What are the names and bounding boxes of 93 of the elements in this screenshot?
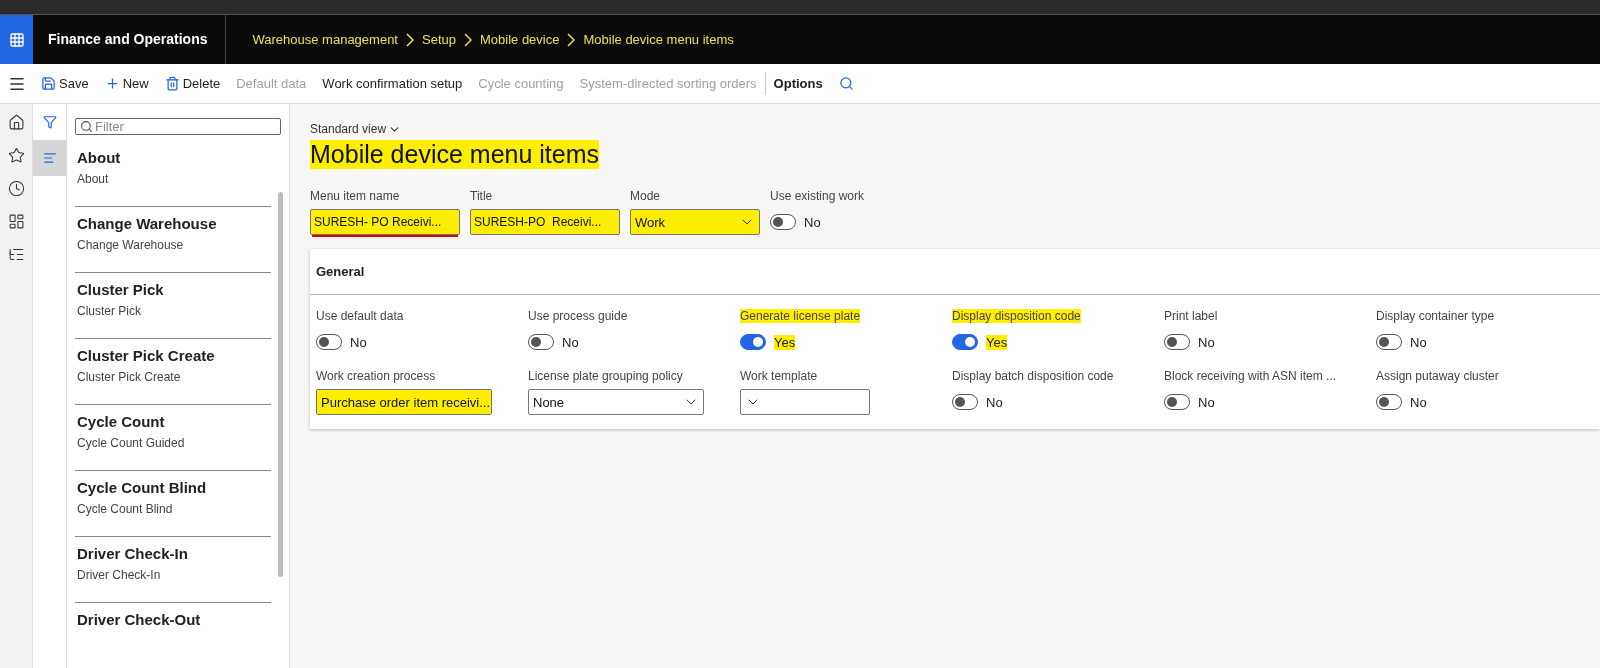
item-subtitle: Cycle Count Blind	[77, 502, 174, 516]
item-subtitle: Cycle Count Guided	[77, 436, 186, 450]
toggle-value: Yes	[774, 334, 796, 350]
field-label: Display disposition code	[952, 309, 1081, 323]
item-subtitle: About	[77, 172, 110, 186]
breadcrumb-link[interactable]: Warehouse management	[252, 32, 398, 47]
field-label: Block receiving with ASN item ...	[1164, 369, 1337, 383]
field-label: Menu item name	[310, 189, 400, 203]
toggle-switch[interactable]	[770, 214, 796, 230]
lines-icon	[42, 151, 57, 165]
field-label: Generate license plate	[740, 309, 861, 323]
star-icon	[7, 147, 25, 164]
scrollbar[interactable]	[278, 192, 283, 577]
nav-button[interactable]	[7, 180, 25, 197]
item-subtitle: Change Warehouse	[77, 238, 185, 252]
search-icon	[80, 120, 93, 133]
input-field[interactable]: SURESH-PO Receivi...	[470, 209, 620, 235]
toolbar-button[interactable]: Work confirmation setup	[314, 72, 471, 95]
toggle-value: No	[562, 334, 579, 350]
toggle-value: No	[1198, 334, 1215, 350]
toggle-value: No	[804, 214, 821, 230]
nav-button[interactable]	[7, 213, 25, 230]
clock-icon	[7, 180, 25, 197]
item-title: Cycle Count	[77, 413, 166, 430]
app-launcher-button[interactable]	[0, 15, 33, 64]
chevron-right-icon	[406, 32, 414, 47]
save-icon	[41, 76, 56, 91]
toggle-value: No	[350, 334, 367, 350]
field-label: Print label	[1164, 309, 1218, 323]
toolbar-button[interactable]: Delete	[156, 72, 229, 95]
field-label: Work creation process	[316, 369, 436, 383]
nav-button[interactable]	[7, 246, 25, 263]
toolbar-button[interactable]: Options	[764, 72, 831, 95]
home-icon	[7, 114, 25, 131]
toggle-switch[interactable]	[528, 334, 554, 350]
field-label: Use existing work	[770, 189, 865, 203]
toggle-value: No	[986, 394, 1003, 410]
breadcrumb-link[interactable]: Mobile device	[479, 32, 560, 47]
input-field[interactable]: SURESH- PO Receivi...	[310, 209, 460, 235]
chevron-right-icon	[567, 32, 576, 47]
field-label: Work template	[740, 369, 818, 383]
breadcrumb-link[interactable]: Mobile device menu items	[583, 32, 734, 47]
item-title: Driver Check-In	[77, 545, 189, 562]
search-icon	[838, 76, 854, 91]
toggle-switch[interactable]	[952, 394, 978, 410]
filter-icon	[42, 115, 57, 129]
grid-icon	[8, 31, 25, 48]
item-title: Cluster Pick Create	[77, 347, 216, 364]
nav-button[interactable]	[7, 147, 25, 164]
delete-icon	[164, 76, 180, 91]
breadcrumb-link[interactable]: Setup	[422, 32, 456, 47]
field-label: Display batch disposition code	[952, 369, 1114, 383]
page-title: Mobile device menu items	[310, 140, 599, 169]
toggle-switch[interactable]	[316, 334, 342, 350]
toggle-switch[interactable]	[1376, 394, 1402, 410]
dropdown-field[interactable]: Work	[630, 209, 760, 235]
toggle-switch[interactable]	[1376, 334, 1402, 350]
toggle-switch[interactable]	[1164, 394, 1190, 410]
toggle-switch[interactable]	[1164, 334, 1190, 350]
dropdown-field[interactable]: Purchase order item receivi...	[316, 389, 492, 415]
toggle-switch[interactable]	[740, 334, 766, 350]
toggle-value: No	[1410, 334, 1427, 350]
list-icon	[7, 246, 25, 263]
item-subtitle: Cluster Pick Create	[77, 370, 182, 384]
dropdown-field[interactable]	[740, 389, 870, 415]
toggle-value: No	[1410, 394, 1427, 410]
item-title: Cycle Count Blind	[77, 479, 208, 496]
filter-field[interactable]: Filter	[75, 118, 281, 135]
chevron-right-icon	[463, 32, 472, 47]
toolbar-button[interactable]: Save	[33, 72, 97, 95]
field-label: Use default data	[316, 309, 404, 323]
toolbar-button[interactable]: New	[96, 72, 157, 95]
dashboard-icon	[7, 213, 25, 230]
new-icon	[104, 76, 120, 91]
field-label: License plate grouping policy	[528, 369, 683, 383]
view-selector[interactable]: Standard view	[310, 122, 402, 136]
field-label: Assign putaway cluster	[1376, 369, 1499, 383]
item-title: Change Warehouse	[77, 215, 218, 232]
item-subtitle: Driver Check-In	[77, 568, 162, 582]
nav-button[interactable]	[7, 114, 25, 131]
field-label: Use process guide	[528, 309, 628, 323]
toggle-value: No	[1198, 394, 1215, 410]
item-title: Cluster Pick	[77, 281, 165, 298]
dropdown-field[interactable]: None	[528, 389, 704, 415]
field-label: Title	[470, 189, 493, 203]
section-title: General	[316, 264, 365, 279]
item-title: Driver Check-Out	[77, 611, 202, 628]
field-label: Mode	[630, 189, 661, 203]
item-subtitle: Cluster Pick	[77, 304, 142, 318]
toggle-value: Yes	[986, 334, 1008, 350]
toggle-switch[interactable]	[952, 334, 978, 350]
field-label: Display container type	[1376, 309, 1495, 323]
item-title: About	[77, 149, 122, 166]
